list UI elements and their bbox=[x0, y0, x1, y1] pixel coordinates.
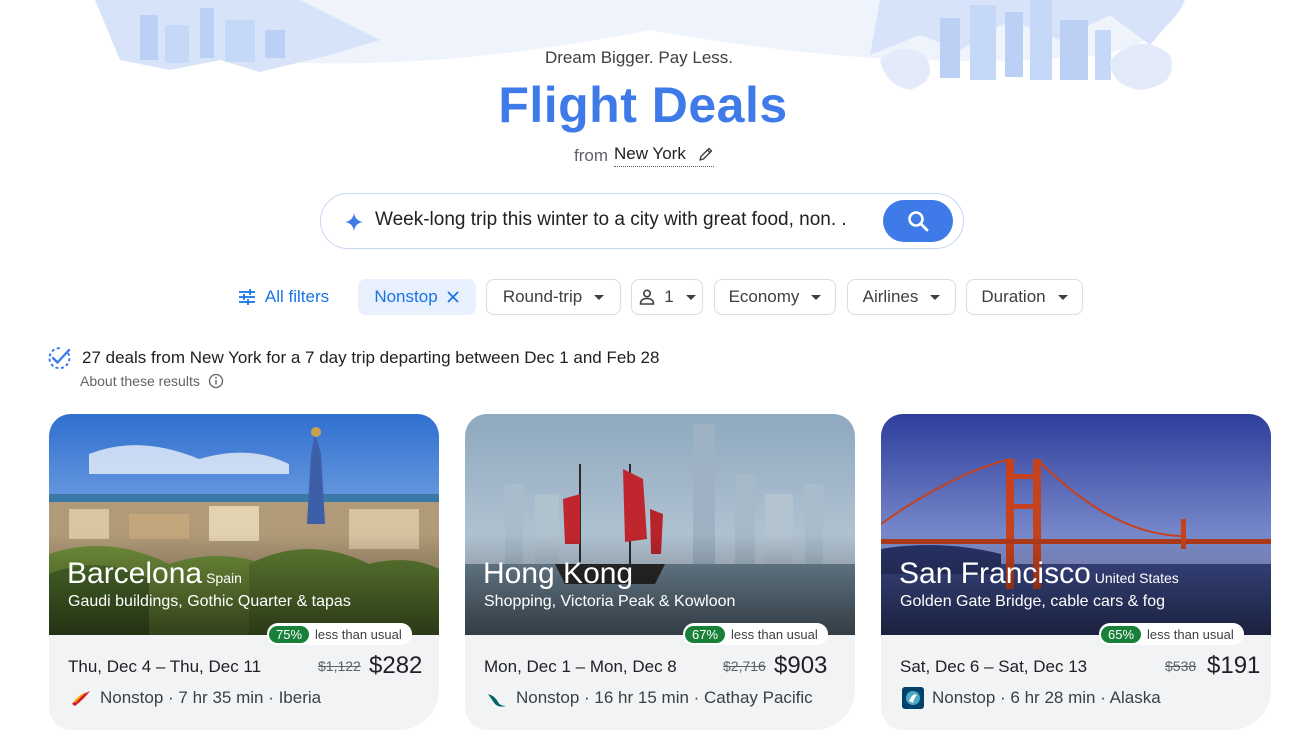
filter-bar: All filters Nonstop Round-trip 1 Economy… bbox=[0, 279, 1316, 315]
deal-price: $282 bbox=[369, 652, 423, 679]
card-details bbox=[881, 635, 1271, 730]
city-highlights: Shopping, Victoria Peak & Kowloon bbox=[484, 593, 736, 610]
passengers-dropdown[interactable]: 1 bbox=[631, 279, 703, 315]
all-filters-button[interactable]: All filters bbox=[228, 279, 338, 315]
about-results-link[interactable]: About these results bbox=[80, 373, 224, 389]
all-filters-label: All filters bbox=[264, 287, 330, 306]
airlines-label: Airlines bbox=[862, 287, 919, 306]
city-highlights: Gaudi buildings, Gothic Quarter & tapas bbox=[68, 593, 351, 610]
cathay-pacific-logo-icon bbox=[485, 686, 509, 710]
tune-icon bbox=[238, 289, 255, 305]
flight-info: Nonstop · 7 hr 35 min · Iberia bbox=[69, 686, 321, 710]
flight-details: Nonstop · 16 hr 15 min · Cathay Pacific bbox=[516, 688, 813, 707]
iberia-logo-icon bbox=[69, 686, 93, 710]
results-summary-text: 27 deals from New York for a 7 day trip … bbox=[82, 348, 659, 368]
city-label: Hong Kong bbox=[483, 557, 634, 590]
chevron-down-icon bbox=[811, 294, 822, 300]
about-results-label: About these results bbox=[80, 373, 200, 389]
discount-percent: 67% bbox=[685, 625, 726, 643]
discount-label: less than usual bbox=[315, 626, 402, 642]
search-input[interactable]: Week-long trip this winter to a city wit… bbox=[375, 209, 847, 231]
discount-label: less than usual bbox=[731, 626, 818, 642]
from-label: from bbox=[574, 145, 608, 165]
nonstop-chip[interactable]: Nonstop bbox=[358, 279, 476, 315]
results-count: 27 deals from New York bbox=[82, 348, 262, 367]
verified-check-icon bbox=[48, 347, 71, 370]
alaska-logo-icon bbox=[901, 686, 925, 710]
duration-dropdown[interactable]: Duration bbox=[966, 279, 1083, 315]
search-bar[interactable]: Week-long trip this winter to a city wit… bbox=[320, 193, 964, 249]
card-details bbox=[49, 635, 439, 730]
flight-details: Nonstop · 6 hr 28 min · Alaska bbox=[932, 688, 1161, 707]
discount-label: less than usual bbox=[1147, 626, 1234, 642]
chevron-down-icon bbox=[594, 294, 605, 300]
original-price: $1,122 bbox=[318, 658, 361, 674]
origin-city-label: New York bbox=[614, 144, 686, 163]
trip-dates: Thu, Dec 4 – Thu, Dec 11 bbox=[68, 657, 262, 676]
discount-badge: 75% less than usual bbox=[267, 623, 412, 645]
original-price: $538 bbox=[1165, 658, 1197, 674]
discount-badge: 67% less than usual bbox=[683, 623, 828, 645]
city-label: Barcelona bbox=[67, 557, 203, 590]
country-label: United States bbox=[1094, 570, 1179, 586]
origin-city-button[interactable]: New York bbox=[614, 144, 714, 167]
trip-type-dropdown[interactable]: Round-trip bbox=[486, 279, 621, 315]
flight-info: Nonstop · 6 hr 28 min · Alaska bbox=[901, 686, 1161, 710]
chevron-down-icon bbox=[1057, 294, 1068, 300]
city-label: San Francisco bbox=[899, 557, 1091, 590]
flight-details: Nonstop · 7 hr 35 min · Iberia bbox=[100, 688, 322, 707]
deal-card-barcelona[interactable]: Barcelona Spain Gaudi buildings, Gothic Q… bbox=[49, 414, 439, 730]
city-name: San Francisco United States bbox=[899, 557, 1179, 591]
results-summary: 27 deals from New York for a 7 day trip … bbox=[46, 345, 659, 371]
trip-dates: Mon, Dec 1 – Mon, Dec 8 bbox=[484, 657, 677, 676]
trip-dates: Sat, Dec 6 – Sat, Dec 13 bbox=[900, 657, 1088, 676]
country-label: Spain bbox=[206, 570, 242, 586]
info-icon[interactable] bbox=[208, 373, 224, 389]
origin-row: from New York bbox=[574, 144, 714, 167]
search-icon bbox=[908, 211, 929, 232]
sparkle-icon bbox=[345, 213, 363, 231]
discount-percent: 65% bbox=[1101, 625, 1142, 643]
deal-price: $191 bbox=[1207, 652, 1261, 679]
chevron-down-icon bbox=[930, 294, 941, 300]
nonstop-label: Nonstop bbox=[374, 287, 438, 306]
results-range: for a 7 day trip departing between Dec 1… bbox=[261, 348, 660, 367]
card-details bbox=[465, 635, 855, 730]
discount-percent: 75% bbox=[269, 625, 310, 643]
airlines-dropdown[interactable]: Airlines bbox=[847, 279, 956, 315]
search-button[interactable] bbox=[883, 200, 953, 242]
city-name: Barcelona Spain bbox=[67, 557, 242, 591]
deal-price: $903 bbox=[774, 652, 828, 679]
original-price: $2,716 bbox=[723, 658, 766, 674]
discount-badge: 65% less than usual bbox=[1099, 623, 1244, 645]
close-icon[interactable] bbox=[446, 290, 460, 304]
page-title: Flight Deals bbox=[498, 77, 788, 133]
deal-card-san-francisco[interactable]: San Francisco United States Golden Gate B… bbox=[881, 414, 1271, 730]
trip-type-label: Round-trip bbox=[502, 287, 583, 306]
pencil-icon bbox=[699, 147, 713, 161]
flight-info: Nonstop · 16 hr 15 min · Cathay Pacific bbox=[485, 686, 813, 710]
city-name: Hong Kong bbox=[483, 557, 637, 591]
duration-label: Duration bbox=[981, 287, 1046, 306]
cabin-dropdown[interactable]: Economy bbox=[714, 279, 836, 315]
deal-card-hong-kong[interactable]: Hong Kong Shopping, Victoria Peak & Kowl… bbox=[465, 414, 855, 730]
city-highlights: Golden Gate Bridge, cable cars & fog bbox=[900, 593, 1166, 610]
passengers-count: 1 bbox=[664, 287, 674, 306]
cabin-label: Economy bbox=[728, 287, 800, 306]
chevron-down-icon bbox=[685, 294, 696, 300]
tagline: Dream Bigger. Pay Less. bbox=[544, 48, 734, 67]
person-icon bbox=[639, 289, 655, 305]
